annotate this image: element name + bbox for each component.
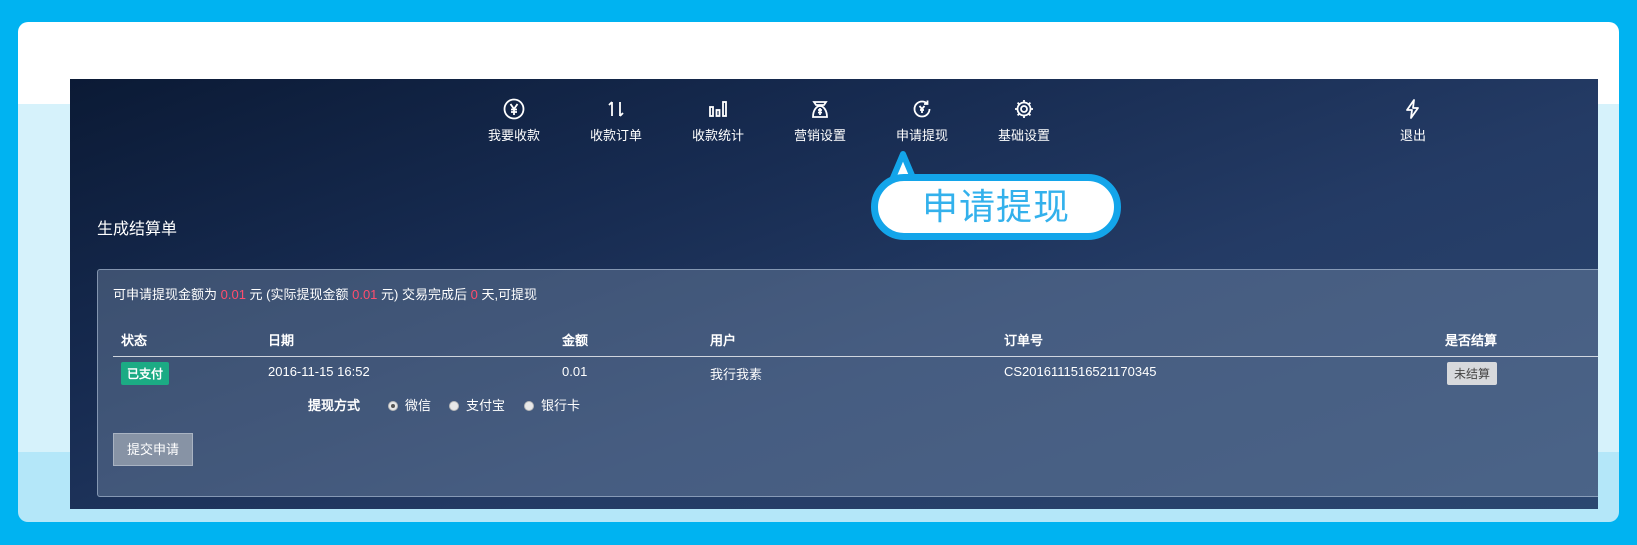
nav-item-orders[interactable]: 收款订单 (578, 97, 654, 144)
header-order-no: 订单号 (1004, 333, 1044, 348)
nav-label: 我要收款 (487, 128, 540, 143)
money-bag-icon (782, 97, 858, 123)
settlement-panel: 可申请提现金额为 0.01 元 (实际提现金额 0.01 元) 交易完成后 0 … (97, 269, 1598, 497)
status-badge-unsettled: 未结算 (1447, 362, 1498, 385)
presentation-frame: 我要收款 收款订单 收款统计 营销设置 申请提现 基础设置 退出 生成结算单 可… (18, 22, 1619, 522)
radio-dot[interactable] (524, 401, 534, 411)
withdraw-method-label: 提现方式 (308, 398, 361, 413)
nav-item-settings[interactable]: 基础设置 (986, 97, 1062, 144)
header-status: 状态 (121, 333, 148, 348)
radio-label: 支付宝 (466, 398, 506, 413)
callout-bubble: 申请提现 (871, 174, 1121, 240)
info-text: 元) 交易完成后 (377, 287, 471, 302)
submit-application-button[interactable]: 提交申请 (113, 433, 193, 466)
sort-arrows-icon (578, 97, 654, 123)
page-title: 生成结算单 (97, 221, 178, 238)
radio-bank-card[interactable]: 银行卡 (524, 395, 580, 414)
bar-chart-icon (680, 97, 756, 123)
nav-item-logout[interactable]: 退出 (1375, 97, 1451, 144)
radio-dot-selected[interactable] (388, 401, 398, 411)
info-text: 可申请提现金额为 (113, 287, 221, 302)
cell-amount: 0.01 (562, 364, 588, 379)
radio-label: 微信 (405, 398, 432, 413)
radio-alipay[interactable]: 支付宝 (449, 395, 505, 414)
nav-label: 收款订单 (589, 128, 642, 143)
info-text: 元 (实际提现金额 (245, 287, 353, 302)
yen-circle-icon (476, 97, 552, 123)
cell-user: 我行我素 (710, 367, 763, 382)
header-date: 日期 (268, 333, 295, 348)
radio-label: 银行卡 (541, 398, 581, 413)
top-nav: 我要收款 收款订单 收款统计 营销设置 申请提现 基础设置 退出 (70, 97, 1598, 157)
header-user: 用户 (710, 333, 737, 348)
nav-item-marketing[interactable]: 营销设置 (782, 97, 858, 144)
radio-dot[interactable] (449, 401, 459, 411)
cell-date: 2016-11-15 16:52 (268, 364, 370, 379)
header-settled: 是否结算 (1445, 333, 1498, 348)
table-divider (113, 356, 1598, 357)
nav-item-collect[interactable]: 我要收款 (476, 97, 552, 144)
lightning-icon (1375, 97, 1451, 123)
nav-label: 基础设置 (997, 128, 1050, 143)
wait-days: 0 (470, 287, 478, 302)
nav-item-stats[interactable]: 收款统计 (680, 97, 756, 144)
nav-label: 收款统计 (691, 128, 744, 143)
header-amount: 金额 (562, 333, 589, 348)
nav-label: 退出 (1399, 128, 1426, 143)
app-screen: 我要收款 收款订单 收款统计 营销设置 申请提现 基础设置 退出 生成结算单 可… (70, 79, 1598, 509)
available-amount: 0.01 (220, 287, 246, 302)
withdraw-info: 可申请提现金额为 0.01 元 (实际提现金额 0.01 元) 交易完成后 0 … (113, 284, 537, 303)
radio-wechat[interactable]: 微信 (388, 395, 431, 414)
withdraw-cycle-icon (884, 97, 960, 123)
nav-item-withdraw[interactable]: 申请提现 (884, 97, 960, 144)
nav-label: 申请提现 (895, 128, 948, 143)
nav-label: 营销设置 (793, 128, 846, 143)
cell-order-no: CS2016111516521170345 (1004, 364, 1157, 379)
info-text: 天,可提现 (477, 287, 538, 302)
status-badge-paid: 已支付 (121, 362, 170, 385)
gear-icon (986, 97, 1062, 123)
actual-amount: 0.01 (352, 287, 378, 302)
